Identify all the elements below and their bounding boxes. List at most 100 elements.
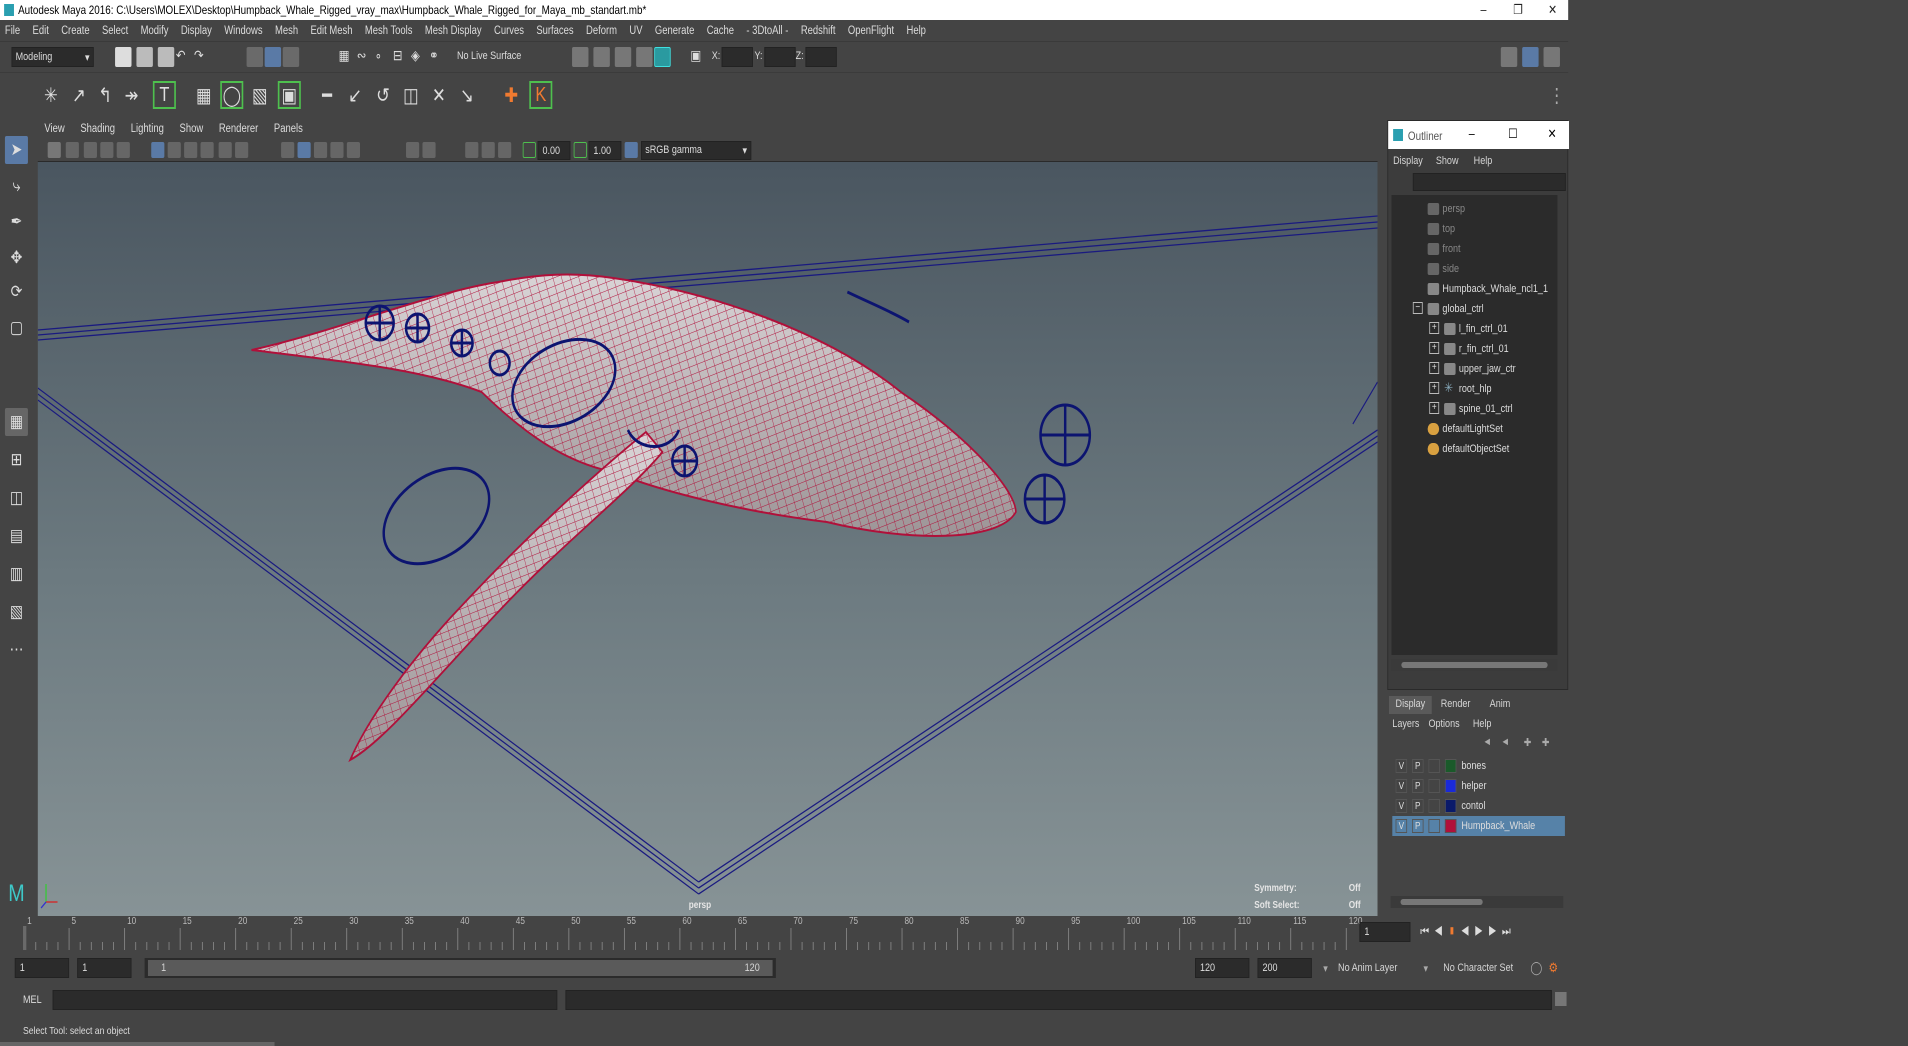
- textured-icon[interactable]: [184, 142, 198, 158]
- menu-select[interactable]: Select: [97, 20, 133, 37]
- scale-constraint-icon[interactable]: ◫: [399, 81, 422, 109]
- ik-spline-icon[interactable]: ↰: [94, 81, 117, 109]
- outliner-item[interactable]: + ✳ root_hlp: [1391, 379, 1560, 399]
- playback-end-field[interactable]: 120: [1195, 958, 1250, 978]
- camera-select-icon[interactable]: [47, 142, 61, 158]
- snap-view-icon[interactable]: ⊟: [393, 47, 409, 67]
- x-field[interactable]: [721, 47, 753, 67]
- two-side-icon[interactable]: ◫: [5, 484, 28, 512]
- chevron-down-icon[interactable]: ▾: [1424, 962, 1429, 975]
- depth-of-field-icon[interactable]: [422, 142, 436, 158]
- layer-color-swatch[interactable]: [1444, 779, 1457, 793]
- channel-box-icon[interactable]: [1543, 47, 1560, 67]
- snap-point-icon[interactable]: ∘: [375, 47, 391, 67]
- anim-layer-dropdown[interactable]: No Anim Layer: [1338, 962, 1397, 974]
- attribute-editor-icon[interactable]: [1522, 47, 1539, 67]
- ik-handle-icon[interactable]: ↗: [67, 81, 90, 109]
- resolution-gate-icon[interactable]: [481, 142, 495, 158]
- layers-menu-layers[interactable]: Layers: [1392, 718, 1419, 730]
- menu-edit-mesh[interactable]: Edit Mesh: [306, 20, 358, 37]
- exposure-icon[interactable]: [522, 142, 536, 158]
- new-layer-icon[interactable]: ✚: [1524, 736, 1532, 749]
- expand-icon[interactable]: +: [1429, 322, 1440, 334]
- layers-menu-options[interactable]: Options: [1428, 718, 1459, 730]
- layer-move-down-icon[interactable]: ◄: [1501, 736, 1510, 748]
- layer-visibility-toggle[interactable]: V: [1395, 819, 1408, 833]
- save-scene-icon[interactable]: [157, 47, 175, 67]
- motion-blur-icon[interactable]: [346, 142, 360, 158]
- menu-generate[interactable]: Generate: [650, 20, 699, 37]
- point-constraint-icon[interactable]: ━: [316, 81, 339, 109]
- layer-display-type[interactable]: [1428, 779, 1440, 793]
- select-hierarchy-icon[interactable]: [246, 47, 264, 67]
- outliner-item[interactable]: Humpback_Whale_ncl1_1: [1391, 279, 1560, 299]
- make-live-icon[interactable]: ⚭: [429, 47, 445, 67]
- xray-icon[interactable]: [281, 142, 295, 158]
- outliner-item[interactable]: top: [1391, 219, 1560, 239]
- persp-graph-icon[interactable]: ▥: [5, 560, 28, 588]
- rotate-tool-icon[interactable]: ⟳: [5, 278, 28, 306]
- outliner-item[interactable]: + spine_01_ctrl: [1391, 399, 1560, 419]
- ipr-render-icon[interactable]: [614, 47, 632, 67]
- play-forward-icon[interactable]: ▶: [1474, 924, 1488, 938]
- time-ruler[interactable]: [23, 916, 1371, 952]
- menu-mesh-display[interactable]: Mesh Display: [420, 20, 487, 37]
- outliner-item[interactable]: − global_ctrl: [1391, 299, 1560, 319]
- joint-tool-icon[interactable]: ✳: [39, 81, 62, 109]
- outliner-close-button[interactable]: ✕: [1548, 126, 1557, 142]
- panel-menu-show[interactable]: Show: [173, 120, 210, 135]
- menu-file[interactable]: File: [0, 20, 25, 37]
- playback-start-field[interactable]: 1: [77, 958, 132, 978]
- layer-display-type[interactable]: [1428, 819, 1440, 833]
- scrollbar-thumb[interactable]: [1401, 662, 1548, 668]
- exposure-field[interactable]: 0.00: [537, 141, 571, 160]
- layers-menu-help[interactable]: Help: [1473, 718, 1492, 730]
- menu-curves[interactable]: Curves: [489, 20, 529, 37]
- mode-dropdown[interactable]: Modeling ▾: [11, 47, 94, 67]
- layer-row-selected[interactable]: V P Humpback_Whale: [1392, 816, 1565, 836]
- tab-display[interactable]: Display: [1389, 696, 1432, 714]
- use-lights-icon[interactable]: [200, 142, 214, 158]
- outliner-item[interactable]: side: [1391, 259, 1560, 279]
- mel-command-input[interactable]: [52, 990, 558, 1010]
- safe-action-icon[interactable]: [498, 142, 512, 158]
- layout-menu-icon[interactable]: ⋯: [5, 636, 28, 664]
- panel-menu-view[interactable]: View: [38, 120, 71, 135]
- layer-playback-toggle[interactable]: P: [1412, 779, 1424, 793]
- scale-tool-icon[interactable]: ▢: [5, 314, 28, 342]
- collapse-icon[interactable]: −: [1412, 302, 1423, 314]
- paint-weights-icon[interactable]: ◯: [220, 81, 244, 109]
- close-button[interactable]: ✕: [1540, 2, 1565, 18]
- undo-icon[interactable]: ↶: [176, 47, 192, 67]
- layer-visibility-toggle[interactable]: V: [1395, 779, 1408, 793]
- anim-prefs-icon[interactable]: ⚙: [1548, 960, 1558, 976]
- menu-redshift[interactable]: Redshift: [796, 20, 841, 37]
- move-tool-icon[interactable]: ✥: [5, 244, 28, 272]
- outliner-menu-help[interactable]: Help: [1474, 155, 1493, 167]
- menu-uv[interactable]: UV: [624, 20, 647, 37]
- layers-horizontal-scrollbar[interactable]: [1390, 896, 1564, 908]
- menu-mesh-tools[interactable]: Mesh Tools: [360, 20, 418, 37]
- parent-constraint-icon[interactable]: ✕: [427, 81, 450, 109]
- menu-mesh[interactable]: Mesh: [270, 20, 303, 37]
- lattice-icon[interactable]: ▧: [248, 81, 271, 109]
- render-settings-icon[interactable]: [636, 47, 653, 67]
- shelf-scroll-icon[interactable]: ⋮: [1545, 81, 1568, 109]
- current-time-marker[interactable]: [23, 926, 27, 950]
- persp-hypershade-icon[interactable]: ▧: [5, 598, 28, 626]
- smooth-shade-icon[interactable]: [167, 142, 181, 158]
- menu-windows[interactable]: Windows: [219, 20, 267, 37]
- go-to-start-icon[interactable]: ⏮: [1420, 924, 1434, 938]
- outliner-item[interactable]: persp: [1391, 199, 1560, 219]
- outliner-item[interactable]: front: [1391, 239, 1560, 259]
- tab-render[interactable]: Render: [1435, 698, 1476, 710]
- color-management-icon[interactable]: [624, 142, 638, 158]
- layer-playback-toggle[interactable]: P: [1412, 759, 1424, 773]
- grid-toggle-icon[interactable]: [116, 142, 130, 158]
- range-slider-handle[interactable]: [147, 960, 773, 976]
- insert-joint-icon[interactable]: ↠: [120, 81, 143, 109]
- multisample-icon[interactable]: [406, 142, 420, 158]
- whale-mesh[interactable]: [251, 273, 1017, 763]
- layer-color-swatch[interactable]: [1444, 799, 1457, 813]
- colorspace-dropdown[interactable]: sRGB gamma ▾: [641, 141, 752, 160]
